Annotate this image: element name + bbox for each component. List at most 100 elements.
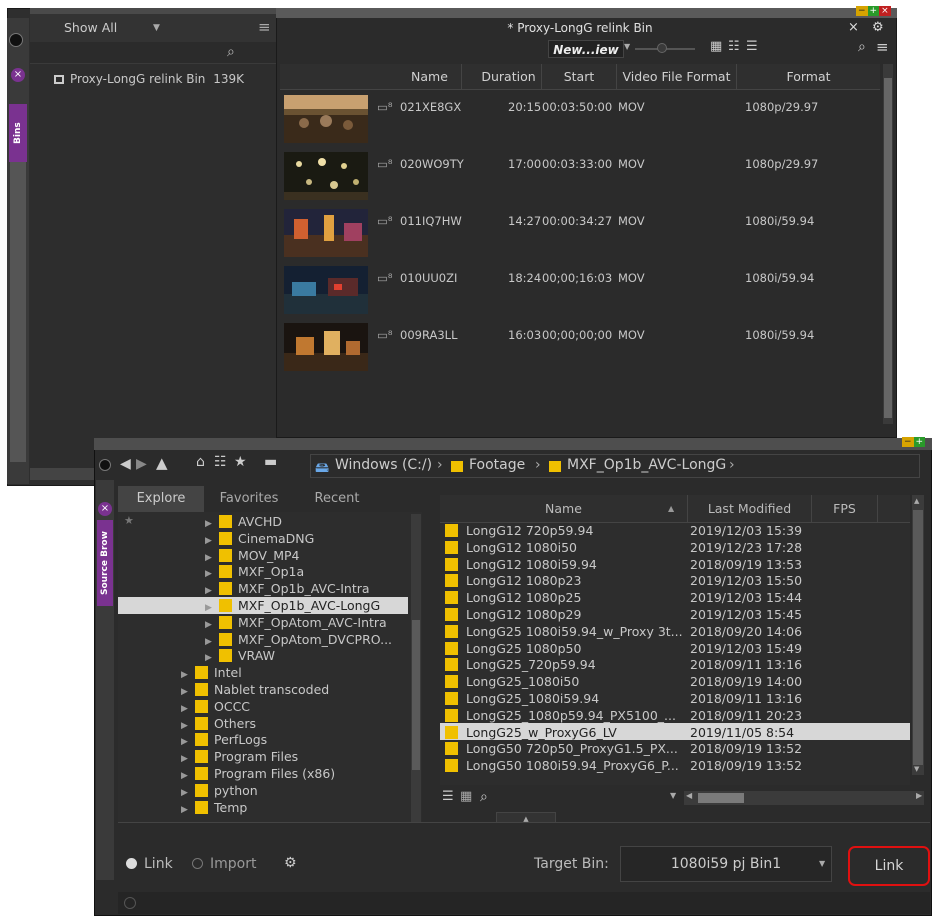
minimize-icon[interactable]: ▬ bbox=[264, 454, 277, 470]
tab-explore[interactable]: Explore bbox=[118, 486, 204, 512]
breadcrumb-item-drive[interactable]: Windows (C:/) bbox=[335, 457, 432, 473]
clip-row[interactable]: ▭⁸ 020WO9TY 17:00 00:03:33:00 MOV 1080p/… bbox=[280, 149, 880, 205]
slider-knob-icon[interactable] bbox=[657, 43, 667, 53]
bins-tab[interactable]: Bins bbox=[9, 104, 27, 162]
tree-item[interactable]: ▶ Temp bbox=[181, 799, 247, 816]
clip-row[interactable]: ▭⁸ 009RA3LL 16:03 00;00;00;00 MOV 1080i/… bbox=[280, 320, 880, 376]
column-name[interactable]: Name bbox=[398, 64, 462, 90]
hamburger-menu-icon[interactable]: ≡ bbox=[876, 38, 889, 56]
search-icon[interactable]: ⌕ bbox=[858, 39, 866, 55]
close-icon[interactable]: × bbox=[848, 20, 859, 35]
breadcrumb[interactable]: 🖴 Windows (C:/) › Footage › MXF_Op1b_AVC… bbox=[310, 454, 920, 478]
tree-item[interactable]: ▶ OCCC bbox=[181, 698, 250, 715]
bins-vertical-scrollbar[interactable] bbox=[10, 162, 26, 462]
gear-icon[interactable]: ⚙ bbox=[872, 20, 884, 35]
bins-horizontal-scrollbar[interactable] bbox=[30, 468, 100, 480]
tree-item[interactable]: ▶ CinemaDNG bbox=[205, 530, 314, 547]
column-fps[interactable]: FPS bbox=[812, 495, 878, 523]
clip-row[interactable]: ▭⁸ 011IQ7HW 14:27 00:00:34:27 MOV 1080i/… bbox=[280, 206, 880, 262]
tree-item[interactable]: ▶ python bbox=[181, 782, 258, 799]
file-row[interactable]: LongG25_1080p59.94_PX5100_... 2018/09/11 … bbox=[440, 707, 910, 724]
thumbnail-view-icon[interactable]: ▦ bbox=[460, 789, 472, 804]
window-controls[interactable]: − + bbox=[902, 437, 926, 447]
panel-menu-icon[interactable] bbox=[9, 33, 23, 47]
list-view-icon[interactable]: ☰ bbox=[746, 39, 758, 54]
file-row[interactable]: LongG25_1080i59.94 2018/09/11 13:16 bbox=[440, 690, 910, 707]
bin-view-dropdown[interactable]: New...iew bbox=[548, 40, 624, 58]
panel-menu-icon[interactable] bbox=[99, 459, 111, 471]
tree-item[interactable]: ▶ MXF_Op1b_AVC-Intra bbox=[205, 580, 370, 597]
file-row[interactable]: LongG50 720p50_ProxyG1.5_PX... 2018/09/19… bbox=[440, 740, 910, 757]
import-mode-radio[interactable]: Import bbox=[192, 856, 256, 872]
bin-list-item[interactable]: Proxy-LongG relink Bin 139K bbox=[54, 72, 244, 86]
frame-view-icon[interactable]: ▦ bbox=[710, 39, 722, 54]
breadcrumb-item-footage[interactable]: Footage bbox=[469, 457, 525, 473]
expand-arrow-icon[interactable]: ▶ bbox=[181, 802, 195, 819]
bins-filter-dropdown[interactable]: Show All ▼ bbox=[38, 18, 168, 38]
link-mode-radio[interactable]: Link bbox=[126, 856, 173, 872]
gear-icon[interactable]: ⚙ bbox=[284, 855, 297, 871]
up-arrow-icon[interactable]: ▲ bbox=[156, 454, 168, 472]
column-duration[interactable]: Duration bbox=[476, 64, 542, 90]
file-row[interactable]: LongG25 1080i59.94_w_Proxy 3t... 2018/09/… bbox=[440, 623, 910, 640]
favorite-star-icon[interactable]: ★ bbox=[234, 454, 247, 470]
file-row[interactable]: LongG25_1080i50 2018/09/19 14:00 bbox=[440, 673, 910, 690]
horizontal-scroll-thumb[interactable] bbox=[698, 793, 744, 803]
file-row[interactable]: LongG12 1080p25 2019/12/03 15:44 bbox=[440, 589, 910, 606]
target-bin-dropdown[interactable]: 1080i59 pj Bin1 ▼ bbox=[620, 846, 832, 882]
tree-view-icon[interactable]: ☷ bbox=[214, 454, 227, 470]
favorite-star-icon[interactable]: ★ bbox=[124, 514, 134, 527]
tree-item[interactable]: ▶ PerfLogs bbox=[181, 731, 267, 748]
search-icon[interactable]: ⌕ bbox=[480, 789, 488, 805]
column-last-modified[interactable]: Last Modified bbox=[688, 495, 812, 523]
file-list-scroll-thumb[interactable] bbox=[913, 510, 923, 765]
tree-item[interactable]: ▶ MOV_MP4 bbox=[205, 547, 299, 564]
bins-search-input[interactable]: ⌕ bbox=[30, 42, 280, 64]
back-arrow-icon[interactable]: ◀ bbox=[120, 456, 131, 472]
file-row[interactable]: LongG25 1080p50 2019/12/03 15:49 bbox=[440, 640, 910, 657]
clip-row[interactable]: ▭⁸ 010UU0ZI 18:24 00;00;16:03 MOV 1080i/… bbox=[280, 263, 880, 319]
scroll-up-icon[interactable]: ▲ bbox=[914, 497, 919, 505]
proxy-bin-scroll-thumb[interactable] bbox=[884, 78, 892, 418]
tree-item[interactable]: ▶ VRAW bbox=[205, 647, 275, 664]
file-row[interactable]: LongG12 1080i50 2019/12/23 17:28 bbox=[440, 539, 910, 556]
close-icon[interactable]: × bbox=[98, 502, 112, 516]
breadcrumb-item-current[interactable]: MXF_Op1b_AVC-LongG bbox=[567, 457, 726, 473]
file-row[interactable]: LongG12 1080i59.94 2018/09/19 13:53 bbox=[440, 556, 910, 573]
window-controls[interactable]: − + × bbox=[856, 6, 891, 16]
list-view-icon[interactable]: ☰ bbox=[442, 789, 454, 804]
chevron-down-icon[interactable]: ▼ bbox=[670, 791, 676, 800]
scroll-down-icon[interactable]: ▼ bbox=[914, 765, 919, 773]
scroll-right-icon[interactable]: ▶ bbox=[916, 791, 922, 800]
file-row[interactable]: LongG12 1080p23 2019/12/03 15:50 bbox=[440, 572, 910, 589]
home-icon[interactable]: ⌂ bbox=[196, 454, 205, 470]
tab-recent[interactable]: Recent bbox=[294, 486, 380, 512]
tree-item[interactable]: ▶ Nablet transcoded bbox=[181, 681, 329, 698]
tree-item[interactable]: ▶ Others bbox=[181, 715, 256, 732]
file-row[interactable]: LongG25_720p59.94 2018/09/11 13:16 bbox=[440, 656, 910, 673]
close-icon[interactable]: × bbox=[11, 68, 25, 82]
source-browser-tab[interactable]: Source Brow bbox=[97, 520, 113, 606]
clip-row[interactable]: ▭⁸ 021XE8GX 20:15 00:03:50:00 MOV 1080p/… bbox=[280, 92, 880, 148]
link-button[interactable]: Link bbox=[848, 846, 930, 886]
search-input[interactable] bbox=[496, 789, 676, 807]
column-start[interactable]: Start bbox=[542, 64, 617, 90]
hamburger-menu-icon[interactable]: ≡ bbox=[258, 18, 271, 36]
column-format[interactable]: Format bbox=[737, 64, 880, 90]
column-video-file-format[interactable]: Video File Format bbox=[617, 64, 737, 90]
tree-item[interactable]: ▶ MXF_OpAtom_AVC-Intra bbox=[205, 614, 387, 631]
column-name[interactable]: Name ▲ bbox=[440, 495, 688, 523]
tree-item[interactable]: ▶ Program Files (x86) bbox=[181, 765, 335, 782]
file-row[interactable]: LongG12 1080p29 2019/12/03 15:45 bbox=[440, 606, 910, 623]
forward-arrow-icon[interactable]: ▶ bbox=[136, 456, 147, 472]
file-row[interactable]: LongG50 1080i59.94_ProxyG6_P... 2018/09/1… bbox=[440, 757, 910, 774]
tree-item[interactable]: ▶ MXF_Op1a bbox=[205, 563, 304, 580]
file-row[interactable]: LongG25_w_ProxyG6_LV 2019/11/05 8:54 bbox=[440, 724, 910, 741]
script-view-icon[interactable]: ☷ bbox=[728, 39, 740, 54]
tree-item[interactable]: ▶ MXF_Op1b_AVC-LongG bbox=[205, 597, 380, 614]
tree-item[interactable]: ▶ AVCHD bbox=[205, 513, 282, 530]
scroll-left-icon[interactable]: ◀ bbox=[686, 791, 692, 800]
tree-item[interactable]: ▶ Intel bbox=[181, 664, 242, 681]
file-row[interactable]: LongG12 720p59.94 2019/12/03 15:39 bbox=[440, 522, 910, 539]
tab-favorites[interactable]: Favorites bbox=[206, 486, 292, 512]
